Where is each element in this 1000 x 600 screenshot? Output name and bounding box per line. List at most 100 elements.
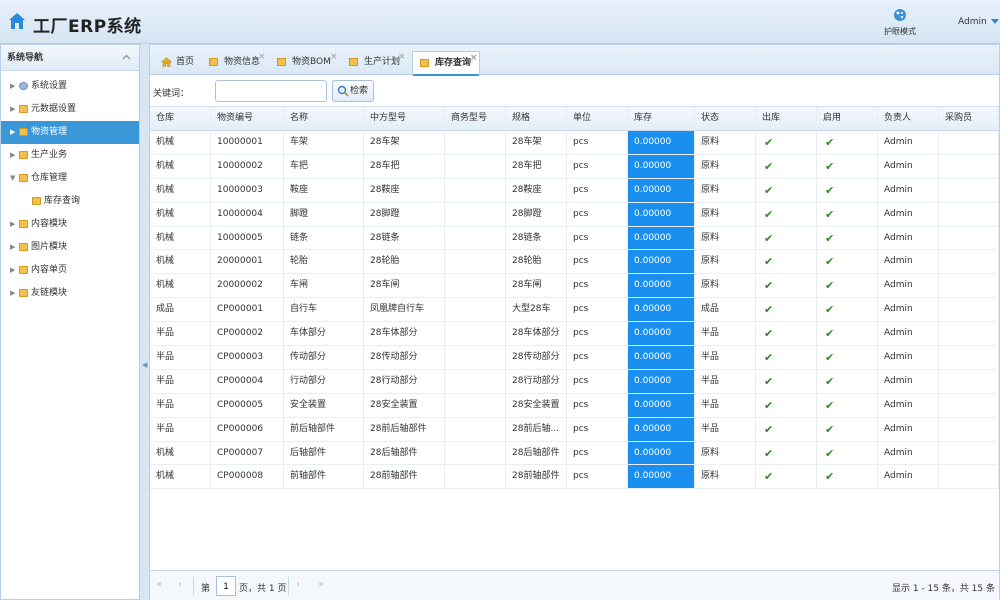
- table-row[interactable]: 半品 CP000004 行动部分 28行动部分 28行动部分 pcs 0.00000 半品 ✔ ✔…: [150, 369, 999, 394]
- table-row[interactable]: 成品 CP000001 自行车 凤凰牌自行车 大型28车 pcs 0.00000 成品 ✔ ✔ Ad…: [150, 298, 999, 323]
- sidebar-item-warehouse[interactable]: ▼ 仓库管理: [1, 167, 139, 190]
- last-page-icon[interactable]: »: [318, 579, 324, 590]
- app-header: 工厂ERP系统 护眼模式 Admin: [0, 0, 1000, 44]
- column-header-cn-model[interactable]: 中方型号: [364, 107, 445, 130]
- table-cell: Admin: [878, 178, 939, 202]
- table-row[interactable]: 机械 20000002 车闸 28车闸 28车闸 pcs 0.00000 原料 ✔ ✔ Admin: [150, 274, 999, 299]
- sidebar-item-label: 内容单页: [31, 265, 68, 275]
- table-cell: 0.00000: [628, 250, 695, 274]
- keyword-input[interactable]: [215, 80, 327, 102]
- sidebar-item-single-pages[interactable]: ▶ 内容单页: [1, 259, 139, 282]
- sidebar-item-system-settings[interactable]: ▶ 系统设置: [1, 75, 139, 98]
- table-cell: Admin: [878, 250, 939, 274]
- table-cell: 轮胎: [284, 250, 364, 274]
- table-cell: 原料: [695, 178, 756, 202]
- table-row[interactable]: 机械 10000001 车架 28车架 28车架 pcs 0.00000 原料 ✔ ✔ Admin: [150, 131, 999, 155]
- table-cell: pcs: [567, 346, 628, 369]
- user-menu[interactable]: Admin: [958, 17, 999, 27]
- table-cell: CP000005: [211, 393, 284, 417]
- table-row[interactable]: 半品 CP000006 前后轴部件 28前后轴部件 28前后轴... pcs 0.00000…: [150, 417, 999, 442]
- table-cell: 10000002: [211, 154, 284, 178]
- column-header-warehouse[interactable]: 仓库: [150, 107, 211, 130]
- table-cell: 链条: [284, 226, 364, 250]
- close-icon[interactable]: ×: [330, 46, 338, 68]
- table-row[interactable]: 半品 CP000003 传动部分 28传动部分 28传动部分 pcs 0.00000 半品 ✔ ✔…: [150, 346, 999, 370]
- sidebar-item-inventory-query[interactable]: 库存查询: [1, 190, 139, 213]
- column-header-outbound[interactable]: 出库: [756, 107, 817, 130]
- column-header-unit[interactable]: 单位: [567, 107, 628, 130]
- sidebar-item-links[interactable]: ▶ 友链模块: [1, 282, 139, 305]
- column-header-owner[interactable]: 负责人: [878, 107, 939, 130]
- table-cell: [939, 369, 999, 393]
- table-cell: [939, 131, 999, 154]
- column-header-status[interactable]: 状态: [695, 107, 756, 130]
- table-cell: 28前后轴部件: [364, 417, 445, 441]
- column-header-spec[interactable]: 规格: [506, 107, 567, 130]
- table-cell: 成品: [695, 298, 756, 322]
- page-number-input[interactable]: [216, 576, 236, 596]
- search-button[interactable]: 检索: [332, 80, 374, 102]
- table-cell: 10000004: [211, 202, 284, 226]
- column-header-material-code[interactable]: 物资编号: [211, 107, 284, 130]
- close-icon[interactable]: ×: [470, 47, 478, 69]
- table-cell: 28行动部分: [364, 369, 445, 393]
- sidebar-nav: ▶ 系统设置 ▶ 元数据设置 ▶ 物资管理 ▶ 生产业务 ▼ 仓库管理 库存查询: [1, 71, 139, 305]
- pager-info: 显示 1 - 15 条，共 15 条: [891, 584, 995, 594]
- first-page-icon[interactable]: «: [156, 579, 162, 590]
- table-cell: Admin: [878, 202, 939, 226]
- chevron-down-icon: ▼: [10, 174, 16, 182]
- table-row[interactable]: 机械 10000003 鞍座 28鞍座 28鞍座 pcs 0.00000 原料 ✔ ✔ Admin: [150, 178, 999, 203]
- table-row[interactable]: 机械 10000004 脚蹬 28脚蹬 28脚蹬 pcs 0.00000 原料 ✔ ✔ Admin: [150, 202, 999, 227]
- column-header-enabled[interactable]: 启用: [817, 107, 878, 130]
- checkmark-icon: ✔: [817, 154, 878, 178]
- pager-divider: [288, 577, 289, 595]
- sidebar-item-production[interactable]: ▶ 生产业务: [1, 144, 139, 167]
- table-cell: Admin: [878, 154, 939, 178]
- checkmark-icon: ✔: [817, 226, 878, 250]
- sidebar-item-metadata-settings[interactable]: ▶ 元数据设置: [1, 98, 139, 121]
- table-row[interactable]: 机械 20000001 轮胎 28轮胎 28轮胎 pcs 0.00000 原料 ✔ ✔ Admin: [150, 250, 999, 275]
- close-icon[interactable]: ×: [258, 46, 266, 68]
- table-cell: 0.00000: [628, 369, 695, 393]
- folder-icon: [19, 266, 28, 274]
- checkmark-icon: ✔: [756, 441, 817, 465]
- chevron-left-icon[interactable]: ◀: [142, 361, 147, 369]
- column-header-biz-model[interactable]: 商务型号: [445, 107, 506, 130]
- table-row[interactable]: 机械 10000005 链条 28链条 28链条 pcs 0.00000 原料 ✔ ✔ Admin: [150, 226, 999, 251]
- chevron-up-icon[interactable]: [122, 53, 131, 62]
- checkmark-icon: ✔: [817, 441, 878, 465]
- tab-inventory-query[interactable]: 库存查询 ×: [412, 51, 480, 76]
- close-icon[interactable]: ×: [398, 46, 406, 68]
- table-cell: [445, 250, 506, 274]
- home-icon[interactable]: [8, 12, 26, 30]
- column-header-stock[interactable]: 库存: [628, 107, 695, 130]
- folder-icon: [19, 151, 28, 159]
- table-cell: 0.00000: [628, 393, 695, 417]
- sidebar-item-content[interactable]: ▶ 内容模块: [1, 213, 139, 236]
- table-cell: [445, 441, 506, 465]
- checkmark-icon: ✔: [756, 369, 817, 393]
- tab-production-plan[interactable]: 生产计划 ×: [342, 51, 410, 75]
- tab-material-bom[interactable]: 物资BOM ×: [270, 51, 342, 75]
- table-cell: 28脚蹬: [364, 202, 445, 226]
- next-page-icon[interactable]: ›: [296, 579, 300, 590]
- tab-home[interactable]: 首页: [154, 51, 202, 75]
- table-row[interactable]: 机械 10000002 车把 28车把 28车把 pcs 0.00000 原料 ✔ ✔ Admin: [150, 154, 999, 179]
- search-button-label: 检索: [350, 86, 369, 96]
- sidebar-item-materials[interactable]: ▶ 物资管理: [1, 121, 139, 144]
- sidebar-splitter[interactable]: ◀: [140, 44, 149, 600]
- checkmark-icon: ✔: [817, 465, 878, 489]
- table-row[interactable]: 机械 CP000007 后轴部件 28后轴部件 28后轴部件 pcs 0.00000 原料 ✔ ✔…: [150, 441, 999, 466]
- tab-bar: 首页 物资信息 × 物资BOM × 生产计划 × 库存查询 ×: [150, 45, 999, 76]
- table-row[interactable]: 半品 CP000005 安全装置 28安全装置 28安全装置 pcs 0.00000 半品 ✔ ✔…: [150, 393, 999, 418]
- table-row[interactable]: 半品 CP000002 车体部分 28车体部分 28车体部分 pcs 0.00000 半品 ✔ ✔…: [150, 322, 999, 347]
- sidebar-item-label: 库存查询: [44, 196, 81, 206]
- tab-material-info[interactable]: 物资信息 ×: [202, 51, 270, 75]
- prev-page-icon[interactable]: ‹: [178, 579, 182, 590]
- eye-care-mode-button[interactable]: 护眼模式: [880, 8, 920, 37]
- column-header-buyer[interactable]: 采购员: [939, 107, 999, 130]
- sidebar-item-images[interactable]: ▶ 图片模块: [1, 236, 139, 259]
- column-header-name[interactable]: 名称: [284, 107, 364, 130]
- table-row[interactable]: 机械 CP000008 前轴部件 28前轴部件 28前轴部件 pcs 0.00000 原料 ✔ ✔…: [150, 465, 999, 490]
- table-cell: 机械: [150, 465, 211, 489]
